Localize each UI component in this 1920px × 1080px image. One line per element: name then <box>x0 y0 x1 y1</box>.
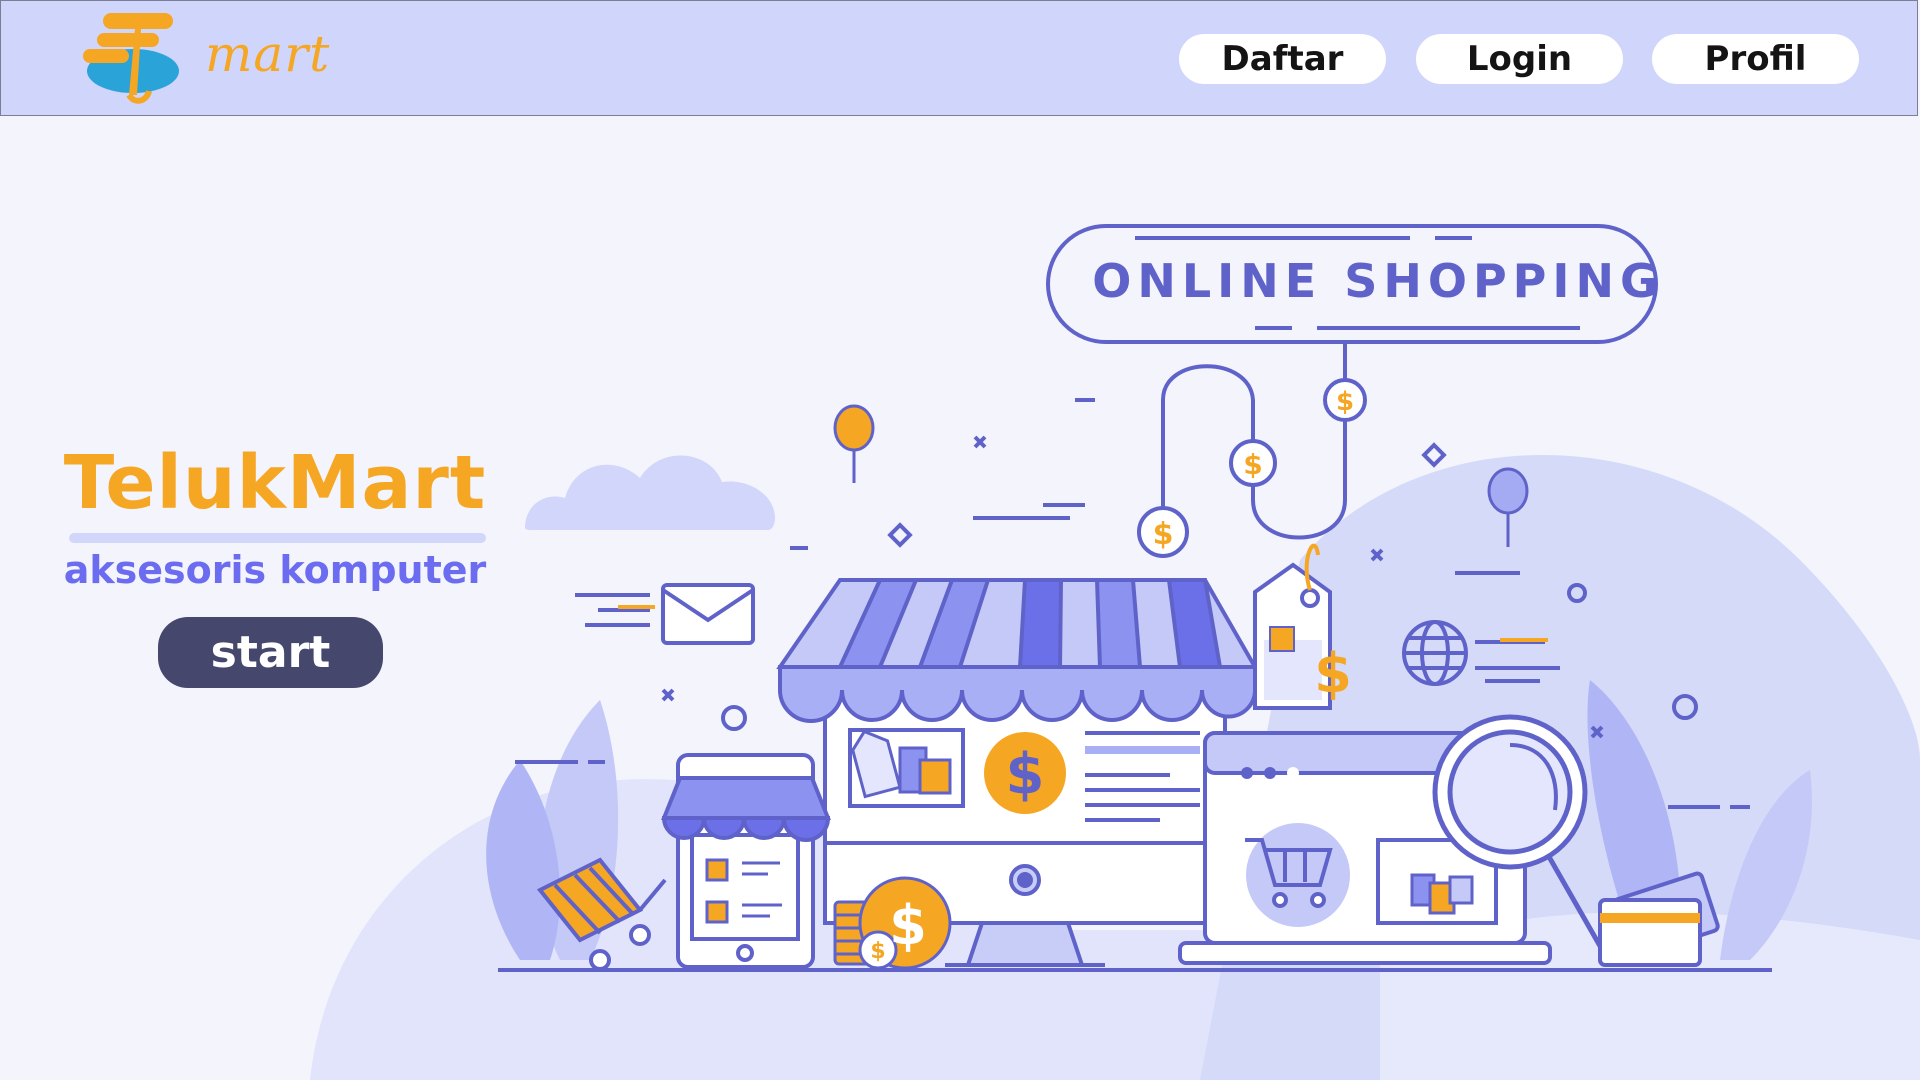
logo-wordmark: mart <box>205 25 331 83</box>
top-navbar: mart Daftar Login Profil <box>0 0 1918 116</box>
brand-title: TelukMart <box>63 440 487 526</box>
svg-text:$: $ <box>889 894 927 957</box>
svg-text:$: $ <box>1336 387 1354 417</box>
title-divider <box>69 533 486 543</box>
telukmart-logo[interactable]: mart <box>75 13 329 107</box>
logo-mark-icon <box>83 13 179 104</box>
brand-subtitle: aksesoris komputer <box>63 548 487 592</box>
svg-text:$: $ <box>1006 742 1045 807</box>
svg-text:$: $ <box>1153 517 1174 552</box>
login-button[interactable]: Login <box>1416 34 1623 84</box>
svg-text:$: $ <box>870 939 885 964</box>
online-shopping-banner: ONLINE SHOPPING <box>1092 254 1664 308</box>
start-button[interactable]: start <box>158 617 383 688</box>
profile-button[interactable]: Profil <box>1652 34 1859 84</box>
svg-text:$: $ <box>1314 642 1352 705</box>
register-button[interactable]: Daftar <box>1179 34 1386 84</box>
svg-text:$: $ <box>1243 448 1262 481</box>
